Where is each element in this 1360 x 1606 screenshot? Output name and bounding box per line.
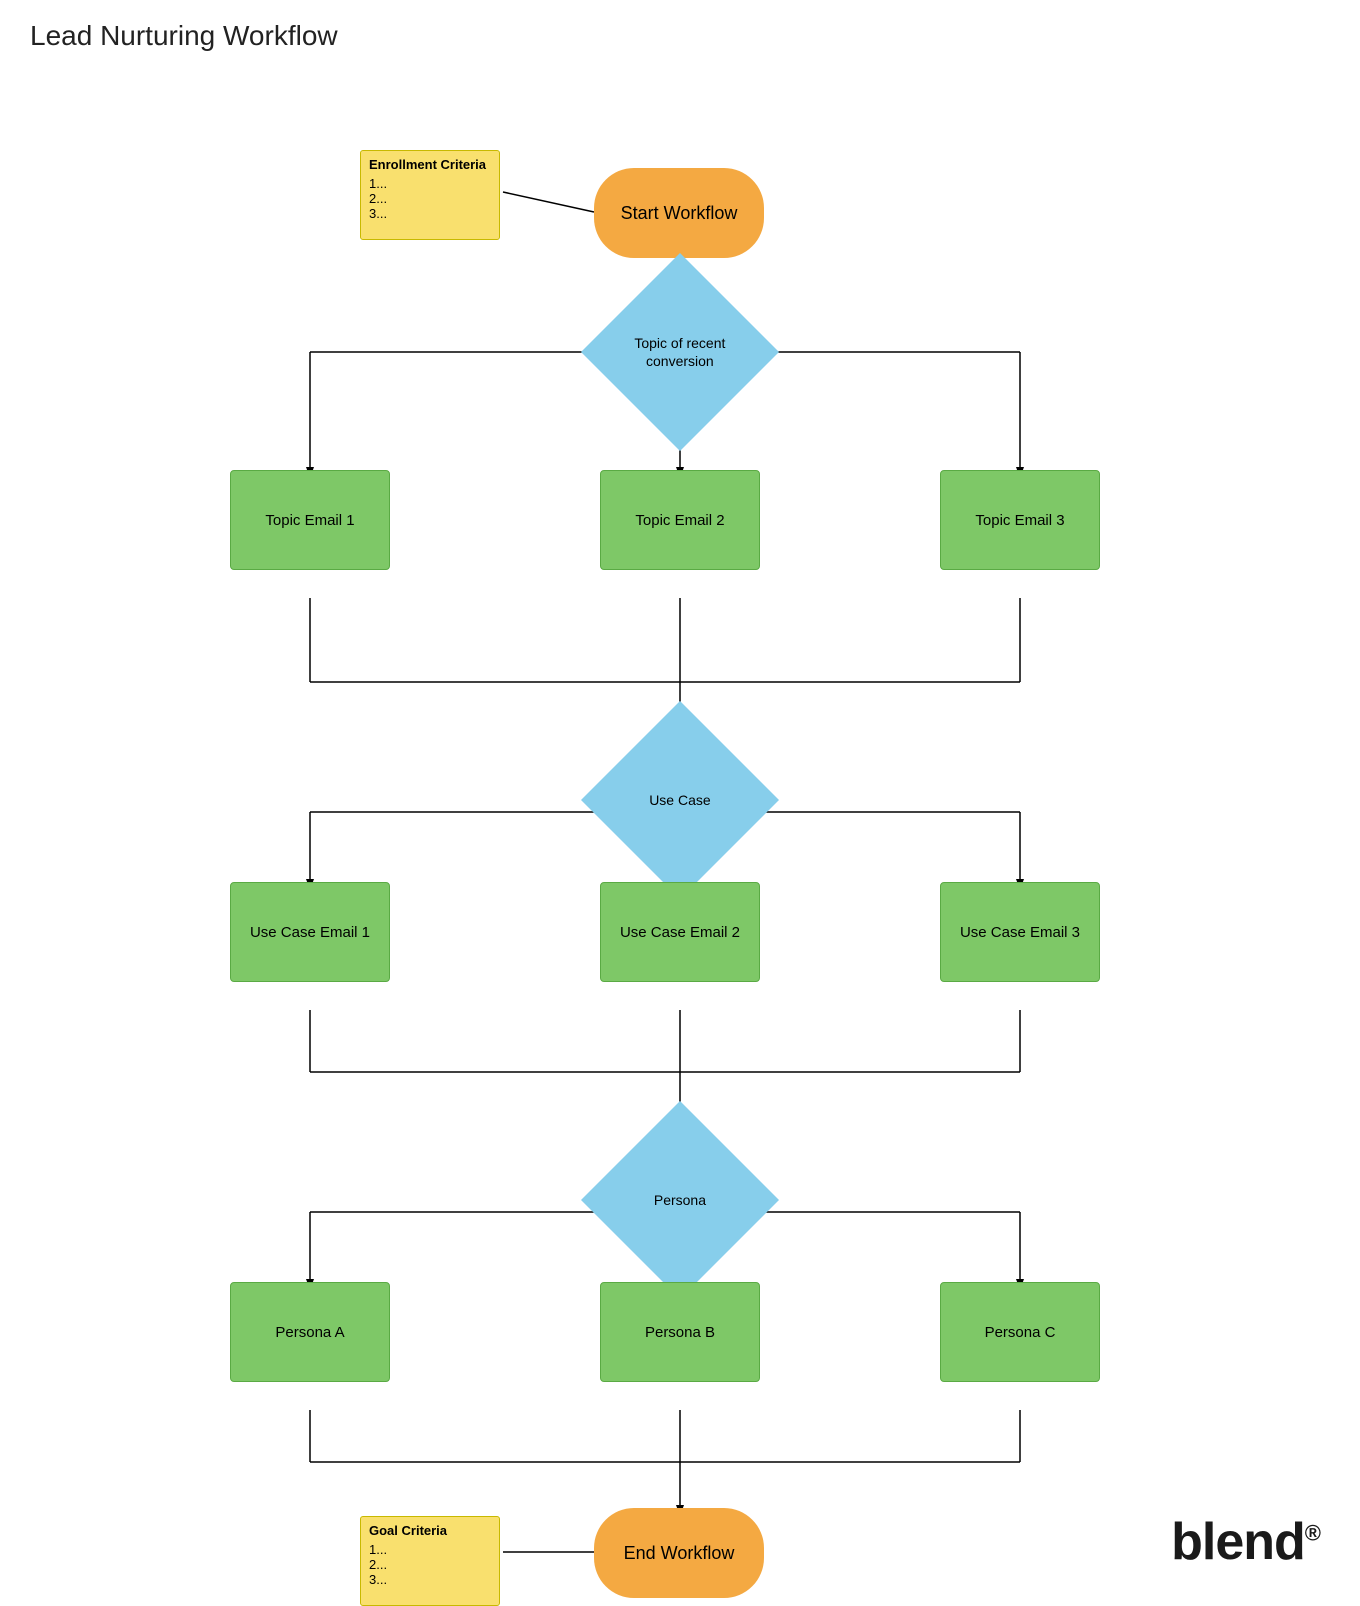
start-workflow-node: Start Workflow <box>594 168 764 258</box>
persona-c-node: Persona C <box>940 1282 1100 1382</box>
use-case-email-1-node: Use Case Email 1 <box>230 882 390 982</box>
persona-a-node: Persona A <box>230 1282 390 1382</box>
end-workflow-node: End Workflow <box>594 1508 764 1598</box>
use-case-email-2-node: Use Case Email 2 <box>600 882 760 982</box>
diamond-persona: Persona <box>581 1101 779 1299</box>
diamond-use-case: Use Case <box>581 701 779 899</box>
brand-logo: blend® <box>1171 1512 1320 1572</box>
topic-email-2-node: Topic Email 2 <box>600 470 760 570</box>
topic-email-3-node: Topic Email 3 <box>940 470 1100 570</box>
page-title: Lead Nurturing Workflow <box>0 0 1360 62</box>
diamond-topic: Topic of recent conversion <box>581 253 779 451</box>
goal-note: Goal Criteria 1... 2... 3... <box>360 1516 500 1606</box>
topic-email-1-node: Topic Email 1 <box>230 470 390 570</box>
diagram: Start Workflow Enrollment Criteria 1... … <box>0 62 1360 1602</box>
persona-b-node: Persona B <box>600 1282 760 1382</box>
use-case-email-3-node: Use Case Email 3 <box>940 882 1100 982</box>
enrollment-note: Enrollment Criteria 1... 2... 3... <box>360 150 500 240</box>
